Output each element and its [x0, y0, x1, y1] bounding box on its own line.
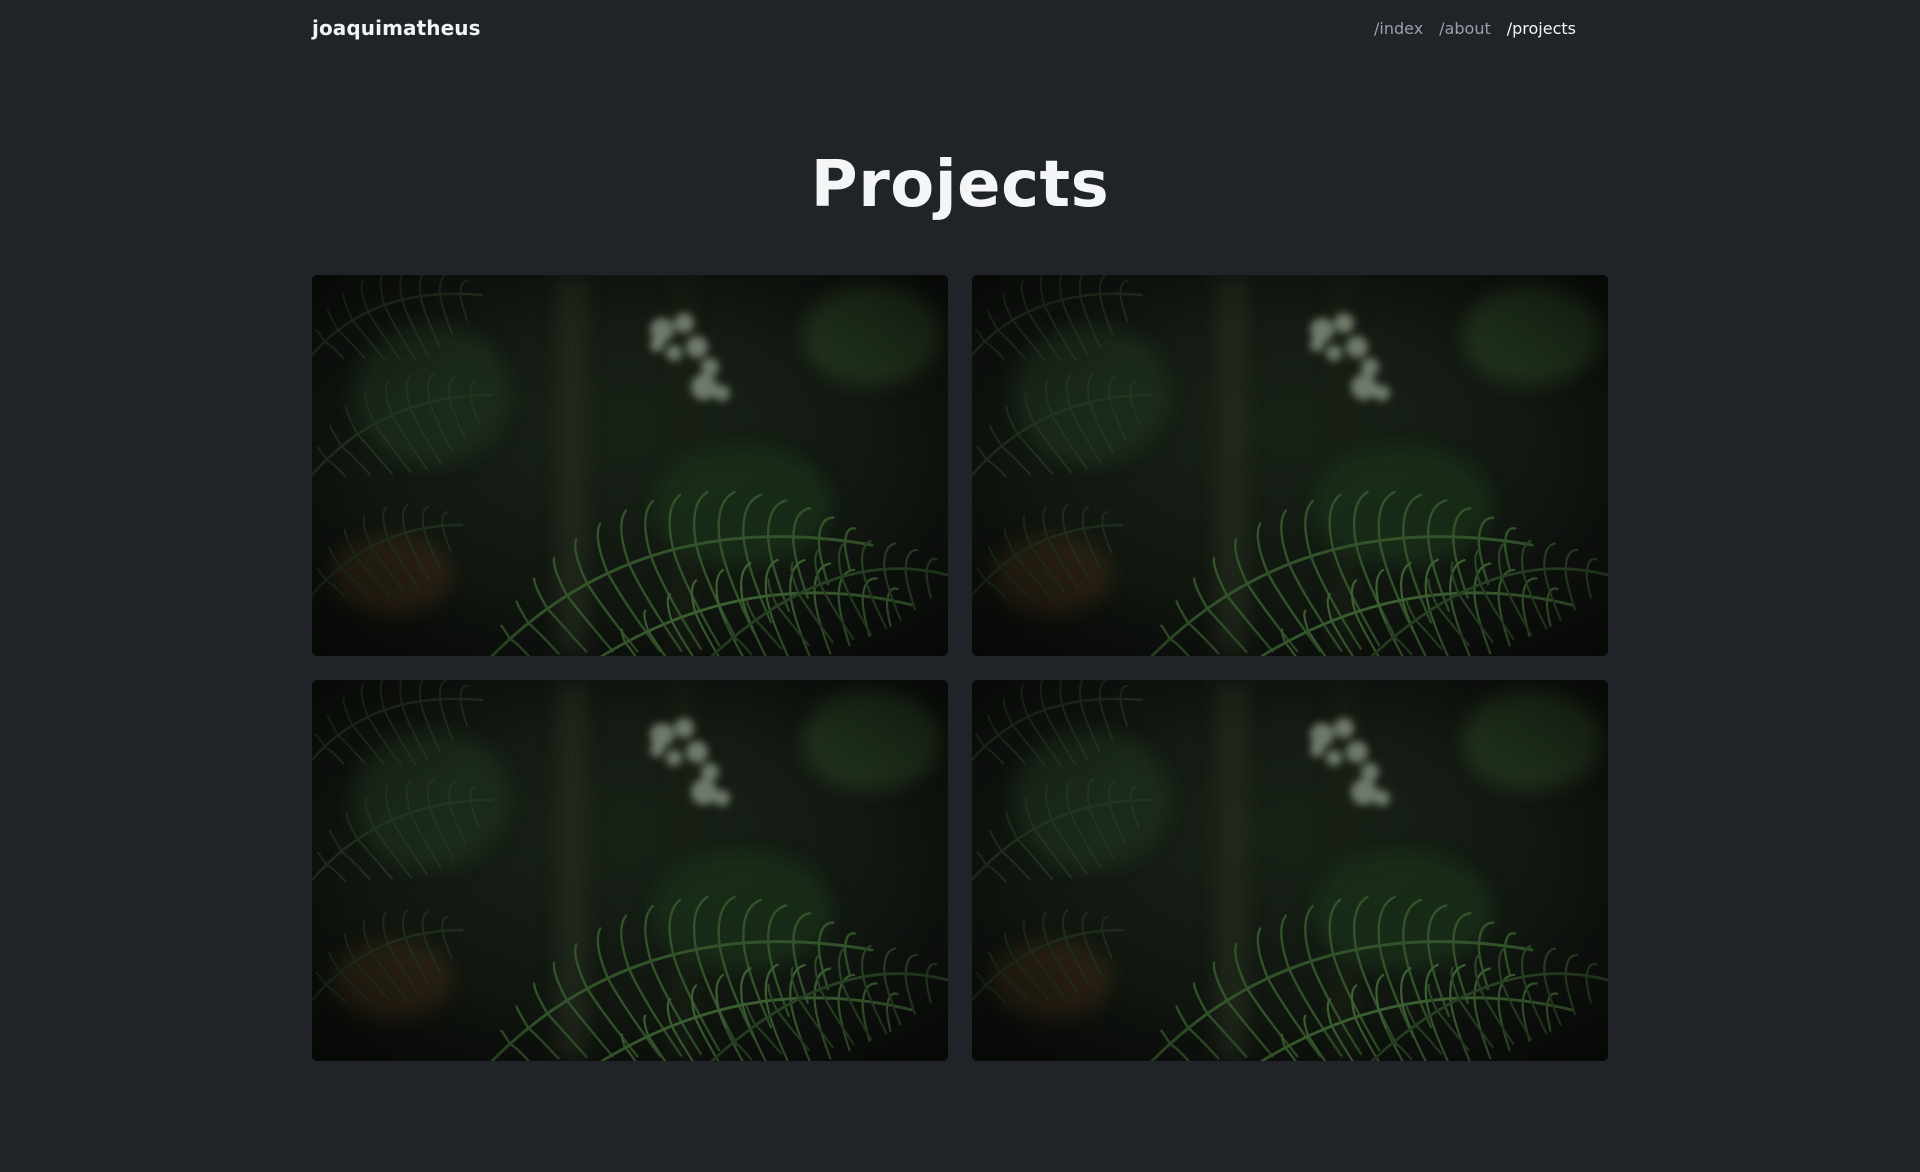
main-nav: /index /about /projects: [1374, 19, 1576, 38]
project-image: [312, 680, 948, 1061]
nav-link-about[interactable]: /about: [1439, 19, 1491, 38]
page-title: Projects: [810, 148, 1110, 222]
site-header: joaquimatheus /index /about /projects: [0, 0, 1920, 60]
project-card[interactable]: [972, 680, 1608, 1061]
project-card[interactable]: [972, 275, 1608, 656]
project-image: [972, 680, 1608, 1061]
projects-grid: [312, 275, 1608, 1061]
site-brand-link[interactable]: joaquimatheus: [312, 16, 481, 40]
project-card[interactable]: [312, 680, 948, 1061]
nav-link-projects[interactable]: /projects: [1507, 19, 1576, 38]
nav-link-index[interactable]: /index: [1374, 19, 1423, 38]
project-image: [972, 275, 1608, 656]
project-image: [312, 275, 948, 656]
project-card[interactable]: [312, 275, 948, 656]
